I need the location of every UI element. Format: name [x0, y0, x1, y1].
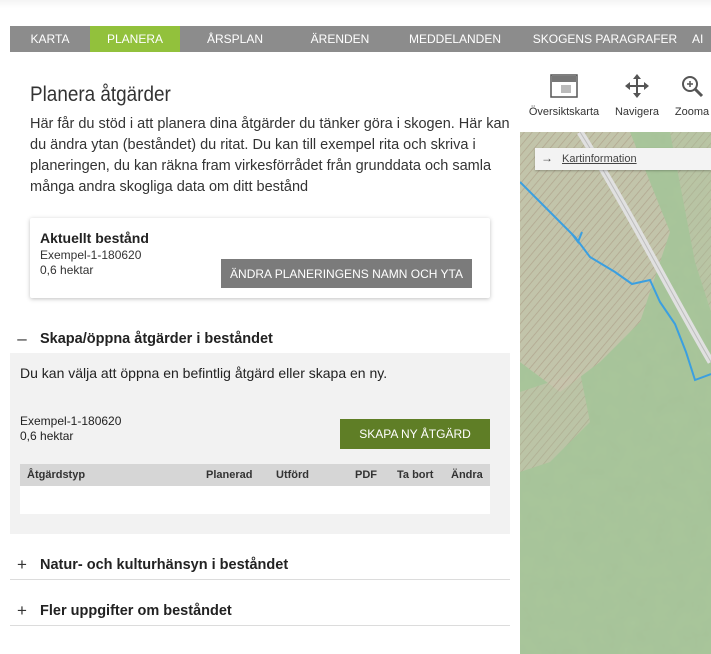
main-nav: KARTA PLANERA ÅRSPLAN ÄRENDEN MEDDELANDE… — [10, 26, 711, 52]
nav-item-truncated[interactable]: AI — [690, 26, 711, 52]
zoom-magnifier-icon — [682, 76, 704, 98]
section-header-nature[interactable]: + Natur- och kulturhänsyn i beståndet — [10, 552, 510, 578]
nav-item-arenden[interactable]: ÄRENDEN — [290, 26, 390, 52]
col-utford: Utförd — [276, 469, 309, 481]
actions-stand-name: Exempel-1-180620 — [20, 414, 122, 428]
page-title: Planera åtgärder — [30, 83, 171, 106]
current-stand-area: 0,6 hektar — [40, 263, 94, 277]
arrow-right-icon: → — [541, 151, 553, 165]
top-edge — [0, 0, 711, 8]
col-pdf: PDF — [355, 469, 377, 481]
overview-map-icon — [550, 74, 578, 98]
section-divider — [10, 579, 510, 580]
current-stand-card: Aktuellt bestånd Exempel-1-180620 0,6 he… — [30, 218, 490, 298]
nav-item-planera[interactable]: PLANERA — [90, 26, 180, 52]
tool-label-overview: Översiktskarta — [528, 106, 600, 118]
tool-zoom[interactable]: Zooma — [672, 72, 711, 118]
col-andra: Ändra — [451, 469, 483, 481]
tool-label-zoom: Zooma — [674, 106, 710, 118]
tool-overview-map[interactable]: Översiktskarta — [528, 72, 600, 118]
actions-table-body — [20, 486, 490, 514]
expand-icon: + — [17, 601, 27, 620]
nav-item-arsplan[interactable]: ÅRSPLAN — [180, 26, 290, 52]
col-ta-bort: Ta bort — [397, 469, 434, 481]
nav-item-skogens-paragrafer[interactable]: SKOGENS PARAGRAFER — [520, 26, 690, 52]
section-title-more: Fler uppgifter om beståndet — [40, 603, 232, 619]
nav-item-karta[interactable]: KARTA — [10, 26, 90, 52]
kartinformation-label: Kartinformation — [562, 153, 637, 165]
section-header-actions[interactable]: – Skapa/öppna åtgärder i beståndet — [10, 326, 510, 352]
section-divider — [10, 625, 510, 626]
actions-stand-area: 0,6 hektar — [20, 429, 74, 443]
section-title-nature: Natur- och kulturhänsyn i beståndet — [40, 557, 289, 573]
section-title-actions: Skapa/öppna åtgärder i beståndet — [40, 331, 273, 347]
tool-navigate[interactable]: Navigera — [610, 72, 664, 118]
actions-description: Du kan välja att öppna en befintlig åtgä… — [20, 365, 388, 381]
move-arrows-icon — [625, 74, 649, 98]
map-view[interactable]: Översiktskarta Navigera Zooma → Kartinfo… — [520, 62, 711, 654]
collapse-icon: – — [17, 329, 27, 348]
section-header-more[interactable]: + Fler uppgifter om beståndet — [10, 598, 510, 624]
col-planerad: Planerad — [206, 469, 253, 481]
kartinformation-toggle[interactable]: → Kartinformation — [535, 148, 711, 170]
expand-icon: + — [17, 555, 27, 574]
actions-table-header: Åtgärdstyp Planerad Utförd PDF Ta bort Ä… — [20, 464, 490, 486]
intro-text: Här får du stöd i att planera dina åtgär… — [30, 116, 510, 195]
nav-item-meddelanden[interactable]: MEDDELANDEN — [390, 26, 520, 52]
col-atgardstyp: Åtgärdstyp — [27, 469, 86, 481]
current-stand-name: Exempel-1-180620 — [40, 248, 142, 262]
create-action-button[interactable]: SKAPA NY ÅTGÄRD — [340, 419, 490, 449]
rename-plan-button[interactable]: ÄNDRA PLANERINGENS NAMN OCH YTA — [221, 259, 472, 288]
map-toolbar: Översiktskarta Navigera Zooma — [520, 62, 711, 132]
actions-panel: Du kan välja att öppna en befintlig åtgä… — [10, 353, 510, 534]
tool-label-navigate: Navigera — [614, 106, 660, 118]
current-stand-heading: Aktuellt bestånd — [40, 230, 149, 246]
